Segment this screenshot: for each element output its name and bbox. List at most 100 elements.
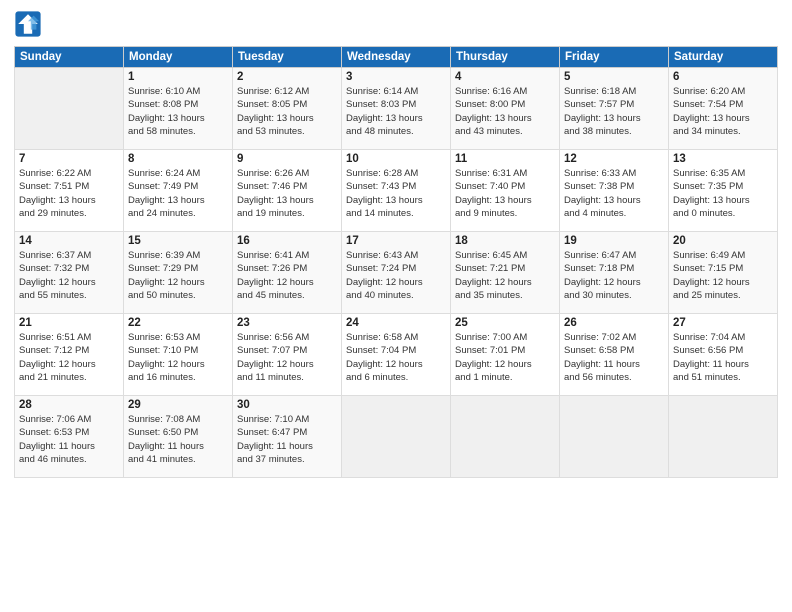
day-cell: 8 Sunrise: 6:24 AM Sunset: 7:49 PM Daylig… [124, 150, 233, 232]
calendar-table: SundayMondayTuesdayWednesdayThursdayFrid… [14, 46, 778, 478]
calendar-page: SundayMondayTuesdayWednesdayThursdayFrid… [0, 0, 792, 612]
day-detail: Sunrise: 6:24 AM Sunset: 7:49 PM Dayligh… [128, 167, 228, 220]
day-cell: 16 Sunrise: 6:41 AM Sunset: 7:26 PM Dayli… [233, 232, 342, 314]
col-header-sunday: Sunday [15, 47, 124, 68]
day-cell: 11 Sunrise: 6:31 AM Sunset: 7:40 PM Dayli… [451, 150, 560, 232]
day-cell: 27Sunrise: 7:04 AM Sunset: 6:56 PM Dayli… [669, 314, 778, 396]
day-cell: 10Sunrise: 6:28 AM Sunset: 7:43 PM Dayli… [342, 150, 451, 232]
day-number: 21 [19, 317, 119, 329]
day-detail: Sunrise: 7:10 AM Sunset: 6:47 PM Dayligh… [237, 413, 337, 466]
day-detail: Sunrise: 6:10 AM Sunset: 8:08 PM Dayligh… [128, 85, 228, 138]
day-detail: Sunrise: 6:14 AM Sunset: 8:03 PM Dayligh… [346, 85, 446, 138]
header [14, 10, 778, 38]
day-detail: Sunrise: 6:41 AM Sunset: 7:26 PM Dayligh… [237, 249, 337, 302]
day-number: 18 [455, 235, 555, 247]
day-detail: Sunrise: 6:45 AM Sunset: 7:21 PM Dayligh… [455, 249, 555, 302]
day-cell: 14Sunrise: 6:37 AM Sunset: 7:32 PM Dayli… [15, 232, 124, 314]
day-number: 11 [455, 153, 555, 165]
week-row-1: 1 Sunrise: 6:10 AM Sunset: 8:08 PM Daylig… [15, 68, 778, 150]
day-number: 8 [128, 153, 228, 165]
col-header-saturday: Saturday [669, 47, 778, 68]
day-number: 10 [346, 153, 446, 165]
day-detail: Sunrise: 6:22 AM Sunset: 7:51 PM Dayligh… [19, 167, 119, 220]
day-cell: 21 Sunrise: 6:51 AM Sunset: 7:12 PM Dayli… [15, 314, 124, 396]
day-cell: 24 Sunrise: 6:58 AM Sunset: 7:04 PM Dayli… [342, 314, 451, 396]
day-detail: Sunrise: 6:53 AM Sunset: 7:10 PM Dayligh… [128, 331, 228, 384]
day-number: 30 [237, 399, 337, 411]
day-cell: 1 Sunrise: 6:10 AM Sunset: 8:08 PM Daylig… [124, 68, 233, 150]
day-cell: 23Sunrise: 6:56 AM Sunset: 7:07 PM Dayli… [233, 314, 342, 396]
day-number: 24 [346, 317, 446, 329]
day-number: 16 [237, 235, 337, 247]
day-number: 26 [564, 317, 664, 329]
week-row-2: 7 Sunrise: 6:22 AM Sunset: 7:51 PM Daylig… [15, 150, 778, 232]
day-number: 7 [19, 153, 119, 165]
day-cell [15, 68, 124, 150]
day-number: 20 [673, 235, 773, 247]
day-cell: 18 Sunrise: 6:45 AM Sunset: 7:21 PM Dayli… [451, 232, 560, 314]
day-number: 28 [19, 399, 119, 411]
day-detail: Sunrise: 6:18 AM Sunset: 7:57 PM Dayligh… [564, 85, 664, 138]
day-number: 1 [128, 71, 228, 83]
day-detail: Sunrise: 6:20 AM Sunset: 7:54 PM Dayligh… [673, 85, 773, 138]
day-number: 22 [128, 317, 228, 329]
day-cell: 28 Sunrise: 7:06 AM Sunset: 6:53 PM Dayli… [15, 396, 124, 478]
day-cell: 6 Sunrise: 6:20 AM Sunset: 7:54 PM Daylig… [669, 68, 778, 150]
day-cell: 7 Sunrise: 6:22 AM Sunset: 7:51 PM Daylig… [15, 150, 124, 232]
day-detail: Sunrise: 6:51 AM Sunset: 7:12 PM Dayligh… [19, 331, 119, 384]
day-cell: 30 Sunrise: 7:10 AM Sunset: 6:47 PM Dayli… [233, 396, 342, 478]
col-header-friday: Friday [560, 47, 669, 68]
week-row-3: 14Sunrise: 6:37 AM Sunset: 7:32 PM Dayli… [15, 232, 778, 314]
day-number: 25 [455, 317, 555, 329]
day-cell [451, 396, 560, 478]
day-number: 9 [237, 153, 337, 165]
day-cell: 26Sunrise: 7:02 AM Sunset: 6:58 PM Dayli… [560, 314, 669, 396]
col-header-monday: Monday [124, 47, 233, 68]
day-number: 29 [128, 399, 228, 411]
day-cell: 2Sunrise: 6:12 AM Sunset: 8:05 PM Daylig… [233, 68, 342, 150]
day-detail: Sunrise: 6:56 AM Sunset: 7:07 PM Dayligh… [237, 331, 337, 384]
day-cell: 29 Sunrise: 7:08 AM Sunset: 6:50 PM Dayli… [124, 396, 233, 478]
day-number: 5 [564, 71, 664, 83]
week-row-4: 21 Sunrise: 6:51 AM Sunset: 7:12 PM Dayli… [15, 314, 778, 396]
logo [14, 10, 46, 38]
day-detail: Sunrise: 7:06 AM Sunset: 6:53 PM Dayligh… [19, 413, 119, 466]
day-cell: 22 Sunrise: 6:53 AM Sunset: 7:10 PM Dayli… [124, 314, 233, 396]
day-cell: 13Sunrise: 6:35 AM Sunset: 7:35 PM Dayli… [669, 150, 778, 232]
day-cell: 17 Sunrise: 6:43 AM Sunset: 7:24 PM Dayli… [342, 232, 451, 314]
day-cell [669, 396, 778, 478]
day-cell: 4 Sunrise: 6:16 AM Sunset: 8:00 PM Daylig… [451, 68, 560, 150]
day-detail: Sunrise: 6:43 AM Sunset: 7:24 PM Dayligh… [346, 249, 446, 302]
day-cell: 12Sunrise: 6:33 AM Sunset: 7:38 PM Dayli… [560, 150, 669, 232]
day-cell: 5 Sunrise: 6:18 AM Sunset: 7:57 PM Daylig… [560, 68, 669, 150]
day-cell: 20 Sunrise: 6:49 AM Sunset: 7:15 PM Dayli… [669, 232, 778, 314]
logo-icon [14, 10, 42, 38]
day-number: 4 [455, 71, 555, 83]
day-number: 17 [346, 235, 446, 247]
day-cell: 25 Sunrise: 7:00 AM Sunset: 7:01 PM Dayli… [451, 314, 560, 396]
day-detail: Sunrise: 7:08 AM Sunset: 6:50 PM Dayligh… [128, 413, 228, 466]
day-detail: Sunrise: 6:37 AM Sunset: 7:32 PM Dayligh… [19, 249, 119, 302]
day-cell: 3 Sunrise: 6:14 AM Sunset: 8:03 PM Daylig… [342, 68, 451, 150]
day-detail: Sunrise: 6:47 AM Sunset: 7:18 PM Dayligh… [564, 249, 664, 302]
day-number: 12 [564, 153, 664, 165]
day-detail: Sunrise: 6:16 AM Sunset: 8:00 PM Dayligh… [455, 85, 555, 138]
day-detail: Sunrise: 6:12 AM Sunset: 8:05 PM Dayligh… [237, 85, 337, 138]
day-detail: Sunrise: 6:39 AM Sunset: 7:29 PM Dayligh… [128, 249, 228, 302]
day-detail: Sunrise: 6:49 AM Sunset: 7:15 PM Dayligh… [673, 249, 773, 302]
col-header-wednesday: Wednesday [342, 47, 451, 68]
day-detail: Sunrise: 6:58 AM Sunset: 7:04 PM Dayligh… [346, 331, 446, 384]
day-number: 3 [346, 71, 446, 83]
day-cell [342, 396, 451, 478]
day-detail: Sunrise: 6:26 AM Sunset: 7:46 PM Dayligh… [237, 167, 337, 220]
day-number: 6 [673, 71, 773, 83]
day-detail: Sunrise: 7:00 AM Sunset: 7:01 PM Dayligh… [455, 331, 555, 384]
col-header-thursday: Thursday [451, 47, 560, 68]
day-cell [560, 396, 669, 478]
day-number: 13 [673, 153, 773, 165]
day-detail: Sunrise: 6:31 AM Sunset: 7:40 PM Dayligh… [455, 167, 555, 220]
day-cell: 15Sunrise: 6:39 AM Sunset: 7:29 PM Dayli… [124, 232, 233, 314]
week-row-5: 28 Sunrise: 7:06 AM Sunset: 6:53 PM Dayli… [15, 396, 778, 478]
day-number: 19 [564, 235, 664, 247]
day-number: 27 [673, 317, 773, 329]
